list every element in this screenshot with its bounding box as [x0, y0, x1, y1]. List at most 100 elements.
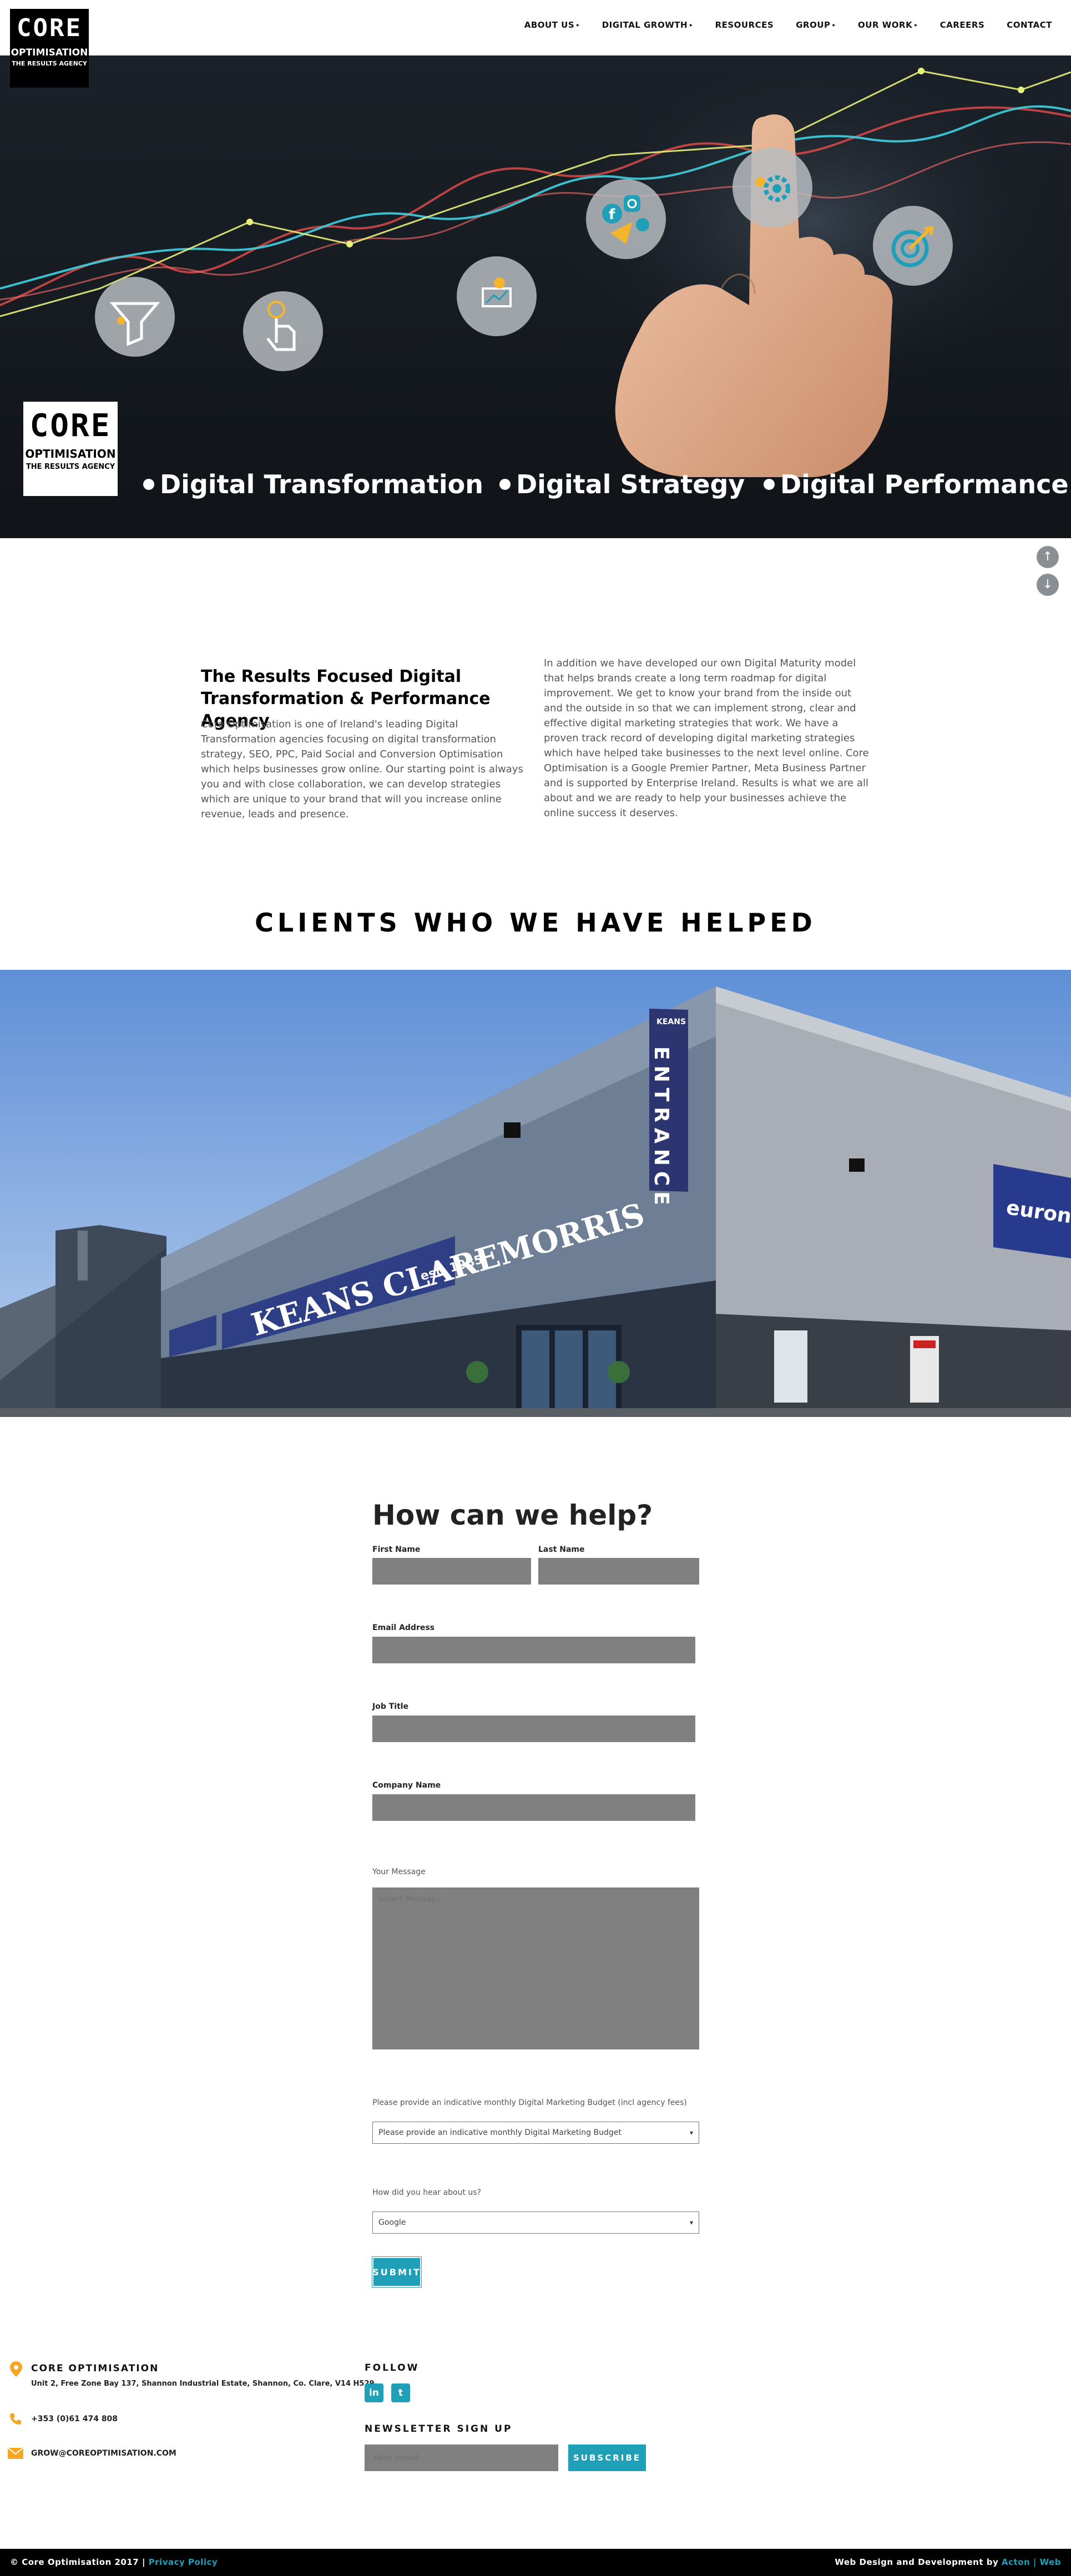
linkedin-icon[interactable]: in [365, 2383, 383, 2402]
newsletter-heading: NEWSLETTER SIGN UP [365, 2423, 513, 2435]
entrance-sign-text: ENTRANCE [650, 1046, 673, 1211]
hero-tagline-transformation: Digital Transformation [143, 469, 483, 499]
caret-right-icon: ▸ [832, 22, 836, 28]
nav-digital-growth[interactable]: DIGITAL GROWTH ▸ [591, 20, 704, 30]
site-header: CORE OPTIMISATION THE RESULTS AGENCY ABO… [0, 0, 1071, 88]
hero-logo-line-3: THE RESULTS AGENCY [26, 463, 115, 471]
bottom-bar: © Core Optimisation 2017 | Privacy Polic… [0, 2549, 1071, 2576]
first-name-label: First Name [372, 1545, 421, 1554]
last-name-field[interactable] [538, 1558, 699, 1585]
job-title-field[interactable] [372, 1715, 695, 1742]
main-nav: ABOUT US ▸ DIGITAL GROWTH ▸ RESOURCES GROU… [513, 20, 1063, 30]
arrow-down-icon: ↓ [1042, 578, 1053, 591]
first-name-field[interactable] [372, 1558, 531, 1585]
hero-logo-line-1: CORE [29, 408, 112, 444]
subscribe-button[interactable]: SUBSCRIBE [568, 2445, 646, 2471]
footer-address: Unit 2, Free Zone Bay 137, Shannon Indus… [31, 2380, 375, 2388]
copyright: © Core Optimisation 2017 | Privacy Polic… [10, 2557, 218, 2567]
credit-link-acton[interactable]: Acton [1002, 2557, 1030, 2567]
company-field[interactable] [372, 1794, 695, 1821]
twitter-icon[interactable]: t [391, 2383, 410, 2402]
social-media-icon: f [586, 179, 666, 259]
scroll-up-button[interactable]: ↑ [1037, 546, 1059, 568]
form-title: How can we help? [372, 1499, 653, 1531]
pointer-hand-icon [243, 291, 323, 371]
credit-text: Web Design and Development by [835, 2557, 999, 2567]
credit-link-web[interactable]: Web [1040, 2557, 1061, 2567]
logo-line-2: OPTIMISATION [11, 47, 88, 58]
nav-label: GROUP [796, 20, 831, 30]
clients-title: CLIENTS WHO WE HAVE HELPED [255, 908, 816, 938]
target-icon [873, 206, 953, 286]
privacy-policy-link[interactable]: Privacy Policy [149, 2557, 218, 2567]
budget-select[interactable]: Please provide an indicative monthly Dig… [372, 2122, 699, 2144]
gear-icon [732, 148, 812, 227]
entrance-brand-text: KEANS [656, 1018, 686, 1026]
nav-label: OUR WORK [858, 20, 913, 30]
hero-logo-line-2: OPTIMISATION [25, 447, 116, 460]
hear-about-select[interactable]: Google ▾ [372, 2211, 699, 2234]
caret-right-icon: ▸ [915, 22, 918, 28]
bullet-icon [143, 478, 154, 490]
nav-label: CONTACT [1007, 20, 1052, 30]
footer-company-name: CORE OPTIMISATION [31, 2363, 159, 2374]
logo-line-3: THE RESULTS AGENCY [12, 60, 87, 67]
nav-label: ABOUT US [524, 20, 575, 30]
analytics-icon [457, 256, 537, 336]
bullet-icon [764, 478, 775, 490]
caret-right-icon: ▸ [690, 22, 693, 28]
email-icon [8, 2448, 23, 2459]
hear-about-select-value: Google [378, 2218, 406, 2227]
nav-label: RESOURCES [715, 20, 774, 30]
chevron-down-icon: ▾ [689, 2219, 693, 2226]
nav-group[interactable]: GROUP ▸ [785, 20, 847, 30]
chevron-down-icon: ▾ [689, 2129, 693, 2137]
client-store-photo: KEANS CLAREMORRIS est. 1985 KEANS ENTRAN… [0, 970, 1071, 1417]
nav-our-work[interactable]: OUR WORK ▸ [847, 20, 929, 30]
hero-tagline-performance: Digital Performance [764, 469, 1069, 499]
nav-careers[interactable]: CAREERS [929, 20, 996, 30]
newsletter-email-field[interactable] [365, 2445, 558, 2471]
credit: Web Design and Development by Acton | We… [835, 2557, 1061, 2567]
site-logo[interactable]: CORE OPTIMISATION THE RESULTS AGENCY [10, 9, 89, 88]
follow-heading: FOLLOW [365, 2362, 420, 2373]
funnel-icon [95, 277, 175, 357]
caret-right-icon: ▸ [577, 22, 580, 28]
svg-text:f: f [609, 206, 615, 223]
budget-select-value: Please provide an indicative monthly Dig… [378, 2128, 622, 2137]
last-name-label: Last Name [538, 1545, 585, 1554]
store-image: KEANS CLAREMORRIS est. 1985 KEANS ENTRAN… [0, 970, 1071, 1417]
credit-separator: | [1033, 2557, 1037, 2567]
footer-phone[interactable]: +353 (0)61 474 808 [31, 2415, 118, 2423]
hero-graphic: f [0, 55, 1071, 477]
hero-tagline-text: Digital Strategy [516, 469, 745, 499]
email-field[interactable] [372, 1637, 695, 1663]
company-label: Company Name [372, 1781, 441, 1790]
footer-email[interactable]: GROW@COREOPTIMISATION.COM [31, 2449, 176, 2458]
intro-right-text: In addition we have developed our own Di… [544, 657, 869, 819]
nav-resources[interactable]: RESOURCES [704, 20, 785, 30]
hero-banner: f CORE OPTIMISATION THE RESULTS AGENCY D… [0, 55, 1071, 538]
logo-line-1: CORE [17, 14, 82, 42]
arrow-up-icon: ↑ [1042, 550, 1053, 564]
budget-label: Please provide an indicative monthly Dig… [372, 2098, 687, 2107]
message-field[interactable] [372, 1887, 699, 2049]
nav-label: DIGITAL GROWTH [602, 20, 688, 30]
hero-tagline-text: Digital Transformation [160, 469, 484, 499]
intro-left-text: Core Optimisation is one of Ireland's le… [201, 718, 523, 820]
nav-about-us[interactable]: ABOUT US ▸ [513, 20, 591, 30]
phone-icon [10, 2413, 21, 2425]
message-label: Your Message [372, 1868, 426, 1876]
hear-about-label: How did you hear about us? [372, 2188, 481, 2197]
bullet-icon [499, 478, 511, 490]
hero-logo: CORE OPTIMISATION THE RESULTS AGENCY [23, 402, 118, 496]
scroll-down-button[interactable]: ↓ [1037, 574, 1059, 596]
email-label: Email Address [372, 1623, 435, 1632]
nav-label: CAREERS [939, 20, 985, 30]
location-pin-icon [10, 2361, 22, 2377]
nav-contact[interactable]: CONTACT [996, 20, 1063, 30]
submit-button[interactable]: SUBMIT [372, 2256, 422, 2287]
hero-tagline-text: Digital Performance [780, 469, 1069, 499]
copyright-text: © Core Optimisation 2017 | [10, 2557, 145, 2567]
hero-tagline-strategy: Digital Strategy [499, 469, 745, 499]
